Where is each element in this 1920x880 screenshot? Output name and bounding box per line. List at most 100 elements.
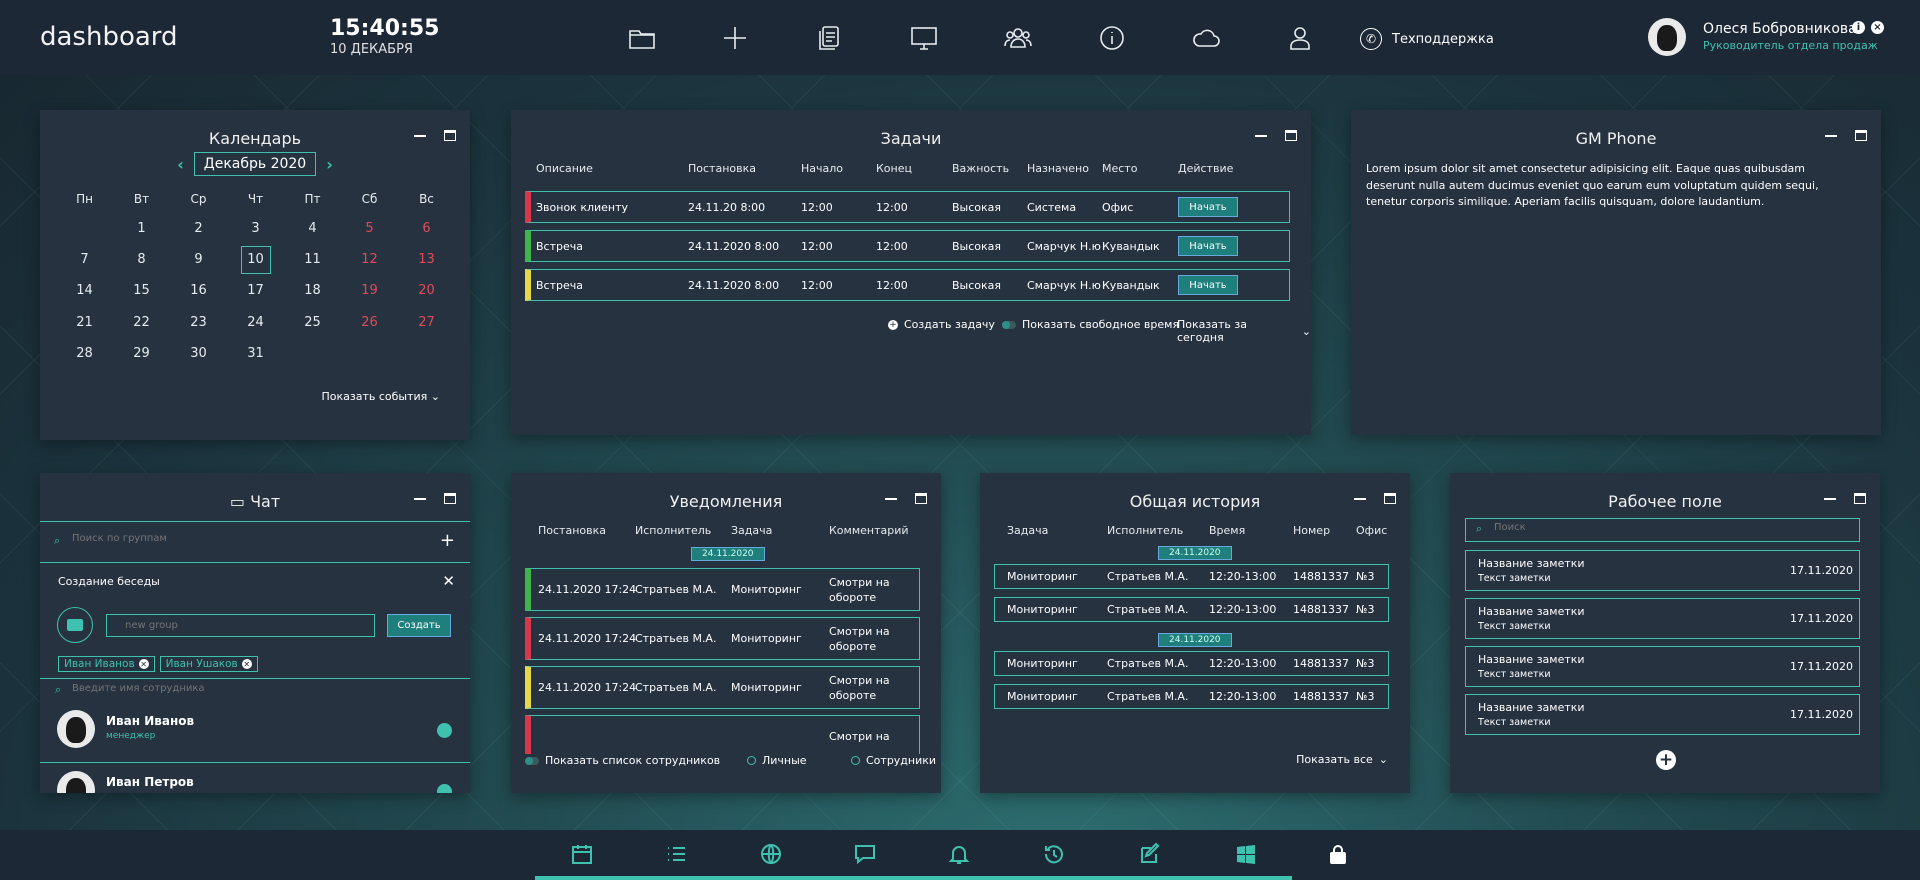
notification-row[interactable]: 24.11.2020 17:24 Стратьев М.А. Мониторинг С… (525, 666, 920, 709)
bell-icon[interactable] (946, 841, 972, 867)
next-month-button[interactable]: › (326, 155, 333, 174)
users-icon[interactable] (1000, 20, 1036, 56)
edit-icon[interactable] (1137, 841, 1163, 867)
minimize-button[interactable] (1354, 493, 1366, 505)
workspace-search-input[interactable] (1494, 522, 1834, 533)
create-group-button[interactable]: Создать (387, 614, 451, 637)
calendar-icon[interactable] (569, 841, 595, 867)
group-search-input[interactable] (72, 533, 372, 544)
calendar-day[interactable]: 8 (113, 244, 170, 275)
maximize-button[interactable] (444, 493, 456, 504)
windows-icon[interactable] (1233, 841, 1259, 867)
plus-icon[interactable] (717, 20, 753, 56)
calendar-day[interactable]: 17 (227, 275, 284, 306)
remove-tag-icon[interactable]: ✕ (241, 659, 252, 669)
month-selector[interactable]: Декабрь 2020 (193, 152, 317, 176)
minimize-button[interactable] (1824, 493, 1836, 505)
globe-icon[interactable] (758, 841, 784, 867)
history-icon[interactable] (1041, 841, 1067, 867)
calendar-day[interactable]: 21 (56, 307, 113, 338)
contact-item[interactable]: Иван Петров (40, 762, 470, 793)
maximize-button[interactable] (1384, 493, 1396, 504)
app-logo[interactable]: dashboard (40, 22, 178, 52)
maximize-button[interactable] (915, 493, 927, 504)
calendar-day[interactable]: 9 (170, 244, 227, 275)
close-create-button[interactable]: ✕ (442, 572, 455, 590)
calendar-day[interactable]: 1 (113, 213, 170, 244)
add-group-button[interactable]: + (440, 530, 455, 551)
group-name-input[interactable] (106, 614, 375, 637)
add-note-button[interactable]: + (1656, 750, 1676, 770)
note-card[interactable]: Название заметки Текст заметки 17.11.2020 (1465, 694, 1860, 735)
personal-radio[interactable]: Личные (747, 754, 807, 767)
monitor-icon[interactable] (906, 20, 942, 56)
create-task-button[interactable]: + Создать задачу (888, 318, 995, 331)
task-row[interactable]: Звонок клиенту 24.11.20 8:00 12:00 12:00 Выс… (525, 191, 1290, 223)
calendar-day[interactable]: 18 (284, 275, 341, 306)
note-card[interactable]: Название заметки Текст заметки 17.11.2020 (1465, 550, 1860, 591)
minimize-button[interactable] (1255, 130, 1267, 142)
start-task-button[interactable]: Начать (1178, 197, 1238, 217)
calendar-day[interactable]: 16 (170, 275, 227, 306)
calendar-day[interactable]: 20 (398, 275, 455, 306)
calendar-day[interactable]: 23 (170, 307, 227, 338)
calendar-day[interactable]: 6 (398, 213, 455, 244)
contact-item[interactable]: Иван Иванов менеджер (40, 702, 470, 762)
minimize-button[interactable] (414, 130, 426, 142)
calendar-day[interactable]: 27 (398, 307, 455, 338)
start-task-button[interactable]: Начать (1178, 236, 1238, 256)
note-card[interactable]: Название заметки Текст заметки 17.11.2020 (1465, 646, 1860, 687)
calendar-day[interactable]: 12 (341, 244, 398, 275)
close-icon[interactable]: × (1871, 21, 1884, 34)
folder-icon[interactable] (624, 20, 660, 56)
cloud-icon[interactable] (1188, 20, 1224, 56)
calendar-day[interactable]: 13 (398, 244, 455, 275)
calendar-day[interactable]: 24 (227, 307, 284, 338)
chat-icon[interactable] (852, 841, 878, 867)
minimize-button[interactable] (1825, 130, 1837, 142)
employee-search-input[interactable] (72, 683, 372, 694)
user-info-icon[interactable]: i (1852, 21, 1865, 34)
calendar-day[interactable]: 11 (284, 244, 341, 275)
calendar-day[interactable]: 5 (341, 213, 398, 244)
remove-tag-icon[interactable]: ✕ (138, 659, 149, 669)
task-row[interactable]: Встреча 24.11.2020 8:00 12:00 12:00 Высокая С… (525, 230, 1290, 262)
calendar-day[interactable]: 22 (113, 307, 170, 338)
camera-button[interactable] (57, 607, 93, 643)
list-icon[interactable] (663, 841, 689, 867)
info-icon[interactable] (1094, 20, 1130, 56)
notification-row[interactable]: 24.11.2020 17:24 Стратьев М.А. Мониторинг С… (525, 617, 920, 660)
history-row[interactable]: Мониторинг Стратьев М.А. 12:20-13:00 148813… (994, 597, 1389, 622)
calendar-day[interactable]: 14 (56, 275, 113, 306)
prev-month-button[interactable]: ‹ (177, 155, 184, 174)
minimize-button[interactable] (885, 493, 897, 505)
today-marker[interactable]: 10 (240, 245, 271, 274)
maximize-button[interactable] (1285, 130, 1297, 141)
calendar-day[interactable]: 28 (56, 338, 113, 369)
user-avatar[interactable] (1648, 18, 1686, 56)
calendar-day[interactable]: 3 (227, 213, 284, 244)
profile-icon[interactable] (1282, 20, 1318, 56)
user-name[interactable]: Олеся Бобровникова (1703, 21, 1857, 37)
maximize-button[interactable] (444, 130, 456, 141)
show-events-dropdown[interactable]: Показать события ⌄ (321, 390, 440, 403)
calendar-day[interactable]: 30 (170, 338, 227, 369)
task-row[interactable]: Встреча 24.11.2020 8:00 12:00 12:00 Высокая С… (525, 269, 1290, 301)
calendar-day[interactable]: 4 (284, 213, 341, 244)
calendar-day[interactable]: 10 (227, 244, 284, 275)
calendar-day[interactable]: 7 (56, 244, 113, 275)
show-employees-toggle[interactable]: Показать список сотрудников (525, 754, 720, 767)
show-all-dropdown[interactable]: Показать все ⌄ (1296, 753, 1388, 766)
employees-radio[interactable]: Сотрудники (851, 754, 936, 767)
history-row[interactable]: Мониторинг Стратьев М.А. 12:20-13:00 148813… (994, 684, 1389, 709)
lock-icon[interactable] (1325, 841, 1351, 867)
maximize-button[interactable] (1855, 130, 1867, 141)
show-today-dropdown[interactable]: Показать за сегодня ⌄ (1177, 318, 1311, 344)
history-row[interactable]: Мониторинг Стратьев М.А. 12:20-13:00 148813… (994, 564, 1389, 589)
maximize-button[interactable] (1854, 493, 1866, 504)
calendar-day[interactable]: 31 (227, 338, 284, 369)
calendar-day[interactable]: 19 (341, 275, 398, 306)
notification-row[interactable]: Смотри на (525, 715, 920, 754)
calendar-day[interactable]: 2 (170, 213, 227, 244)
calendar-day[interactable]: 29 (113, 338, 170, 369)
